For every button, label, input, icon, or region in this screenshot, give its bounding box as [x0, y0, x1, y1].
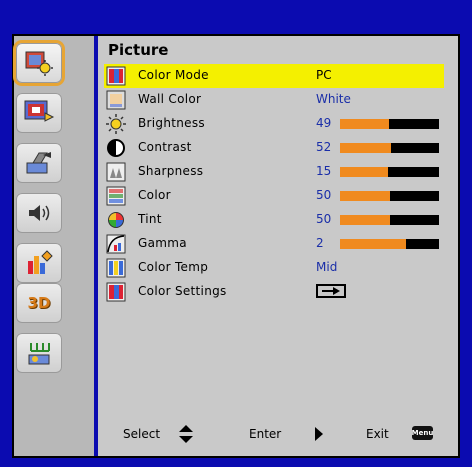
- slider-fill: [340, 167, 388, 177]
- menu-item-label: Contrast: [138, 140, 192, 154]
- sidebar-item-setup[interactable]: [16, 143, 62, 183]
- menu-item-label: Brightness: [138, 116, 205, 130]
- menu-item-wall-color[interactable]: Wall Color White: [104, 88, 444, 112]
- brightness-slider[interactable]: [340, 119, 439, 129]
- menu-item-label: Wall Color: [138, 92, 202, 106]
- 3d-icon: 3D: [27, 294, 51, 312]
- menu-item-value: 15: [316, 164, 332, 178]
- tint-icon: [108, 212, 124, 228]
- menu-key-icon: Menu: [412, 426, 433, 440]
- menu-item-contrast[interactable]: Contrast 52: [104, 136, 444, 160]
- menu-item-value: White: [316, 92, 351, 106]
- exit-hint: Exit: [366, 427, 389, 441]
- menu-item-label: Color: [138, 188, 171, 202]
- menu-item-sharpness[interactable]: Sharpness 15: [104, 160, 444, 184]
- sidebar-item-3d[interactable]: 3D: [16, 283, 62, 323]
- slider-fill: [340, 215, 390, 225]
- contrast-icon: [107, 139, 125, 157]
- tint-slider[interactable]: [340, 215, 439, 225]
- menu-item-color-settings[interactable]: Color Settings: [104, 280, 444, 304]
- arrow-right-icon: [322, 287, 340, 295]
- menu-item-color-mode[interactable]: Color Mode PC: [104, 64, 444, 88]
- menu-item-value: PC: [316, 68, 332, 82]
- menu-item-tint[interactable]: Tint 50: [104, 208, 444, 232]
- enter-hint: Enter: [249, 427, 282, 441]
- menu-item-label: Sharpness: [138, 164, 204, 178]
- menu-item-label: Color Temp: [138, 260, 209, 274]
- menu-item-value: 49: [316, 116, 332, 130]
- display-icon: [24, 100, 55, 122]
- menu-item-label: Color Settings: [138, 284, 227, 298]
- menu-item-brightness[interactable]: Brightness 49: [104, 112, 444, 136]
- sidebar-item-display[interactable]: [16, 93, 62, 133]
- menu-item-label: Gamma: [138, 236, 187, 250]
- color-temp-icon: [106, 258, 126, 278]
- options-icon: [28, 250, 53, 274]
- sharpness-icon: [106, 162, 126, 182]
- volume-icon: [29, 205, 50, 221]
- menu-item-value: 2: [316, 236, 324, 250]
- menu-item-color-temp[interactable]: Color Temp Mid: [104, 256, 444, 280]
- setup-icon: [26, 152, 51, 174]
- wall-color-icon: [106, 90, 126, 110]
- sidebar-item-volume[interactable]: [16, 193, 62, 233]
- select-hint: Select: [123, 427, 161, 441]
- slider-fill: [340, 239, 406, 249]
- color-settings-icon: [106, 282, 126, 302]
- slider-fill: [340, 119, 389, 129]
- menu-item-gamma[interactable]: Gamma 2: [104, 232, 444, 256]
- right-arrow-icon: [315, 427, 323, 441]
- menu-item-label: Tint: [138, 212, 162, 226]
- menu-item-color[interactable]: Color 50: [104, 184, 444, 208]
- gamma-icon: [106, 234, 126, 254]
- menu-item-label: Color Mode: [138, 68, 209, 82]
- footer-hints: Select Enter Exit Menu: [98, 420, 458, 448]
- color-icon: [106, 186, 126, 206]
- gamma-slider[interactable]: [340, 239, 439, 249]
- up-down-arrows-icon: [179, 425, 193, 443]
- brightness-icon: [106, 114, 126, 134]
- menu-item-value: 50: [316, 212, 332, 226]
- color-slider[interactable]: [340, 191, 439, 201]
- sidebar-item-picture[interactable]: [16, 43, 62, 83]
- menu-item-value: 50: [316, 188, 332, 202]
- color-mode-icon: [106, 66, 126, 86]
- sidebar-item-lan[interactable]: [16, 333, 62, 373]
- sidebar-item-options[interactable]: [16, 243, 62, 283]
- page-title: Picture: [108, 41, 169, 59]
- contrast-slider[interactable]: [340, 143, 439, 153]
- menu-item-value: 52: [316, 140, 332, 154]
- lan-icon: [28, 343, 50, 365]
- enter-button[interactable]: [316, 284, 346, 298]
- picture-icon: [25, 51, 53, 76]
- slider-fill: [340, 191, 390, 201]
- sharpness-slider[interactable]: [340, 167, 439, 177]
- menu-item-value: Mid: [316, 260, 338, 274]
- slider-fill: [340, 143, 392, 153]
